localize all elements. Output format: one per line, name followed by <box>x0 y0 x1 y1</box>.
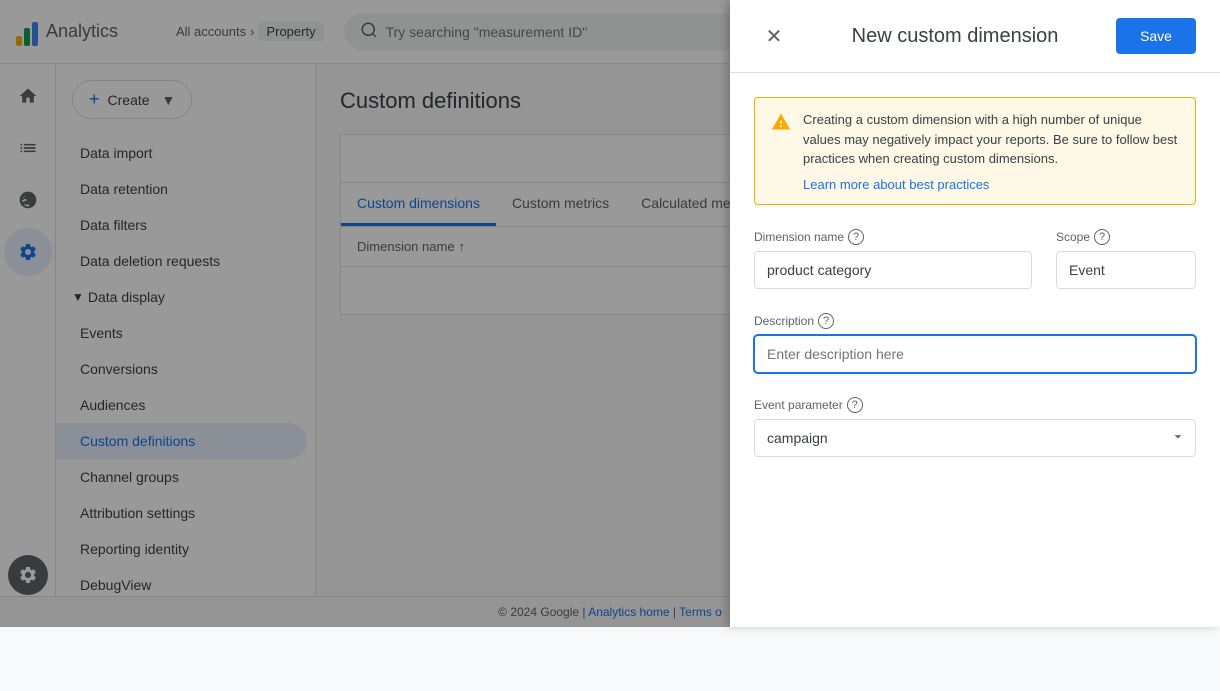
panel-body: Creating a custom dimension with a high … <box>730 73 1220 627</box>
modal-overlay[interactable]: ✕ New custom dimension Save Creating a c… <box>0 0 1220 627</box>
event-parameter-select[interactable]: campaign <box>754 419 1196 457</box>
dimension-name-scope-row: Dimension name ? Scope ? <box>754 229 1196 289</box>
dimension-name-group: Dimension name ? <box>754 229 1032 289</box>
dimension-name-input[interactable] <box>754 251 1032 289</box>
panel-save-button[interactable]: Save <box>1116 18 1196 54</box>
warning-content: Creating a custom dimension with a high … <box>803 110 1179 192</box>
scope-label: Scope ? <box>1056 229 1196 245</box>
description-group: Description ? <box>754 313 1196 373</box>
event-parameter-group: Event parameter ? campaign <box>754 397 1196 457</box>
panel-close-button[interactable]: ✕ <box>754 16 794 56</box>
warning-learn-more-link[interactable]: Learn more about best practices <box>803 177 1179 192</box>
warning-banner: Creating a custom dimension with a high … <box>754 97 1196 205</box>
scope-help-icon[interactable]: ? <box>1094 229 1110 245</box>
description-label: Description ? <box>754 313 1196 329</box>
warning-icon <box>771 112 791 192</box>
event-parameter-help-icon[interactable]: ? <box>847 397 863 413</box>
dimension-name-help-icon[interactable]: ? <box>848 229 864 245</box>
description-input[interactable] <box>754 335 1196 373</box>
dimension-name-label: Dimension name ? <box>754 229 1032 245</box>
panel-header: ✕ New custom dimension Save <box>730 0 1220 73</box>
event-parameter-label: Event parameter ? <box>754 397 1196 413</box>
description-help-icon[interactable]: ? <box>818 313 834 329</box>
scope-input[interactable] <box>1056 251 1196 289</box>
event-parameter-select-container: campaign <box>754 419 1196 457</box>
new-custom-dimension-panel: ✕ New custom dimension Save Creating a c… <box>730 0 1220 627</box>
scope-group: Scope ? <box>1056 229 1196 289</box>
panel-title: New custom dimension <box>852 25 1059 48</box>
warning-text: Creating a custom dimension with a high … <box>803 112 1177 166</box>
